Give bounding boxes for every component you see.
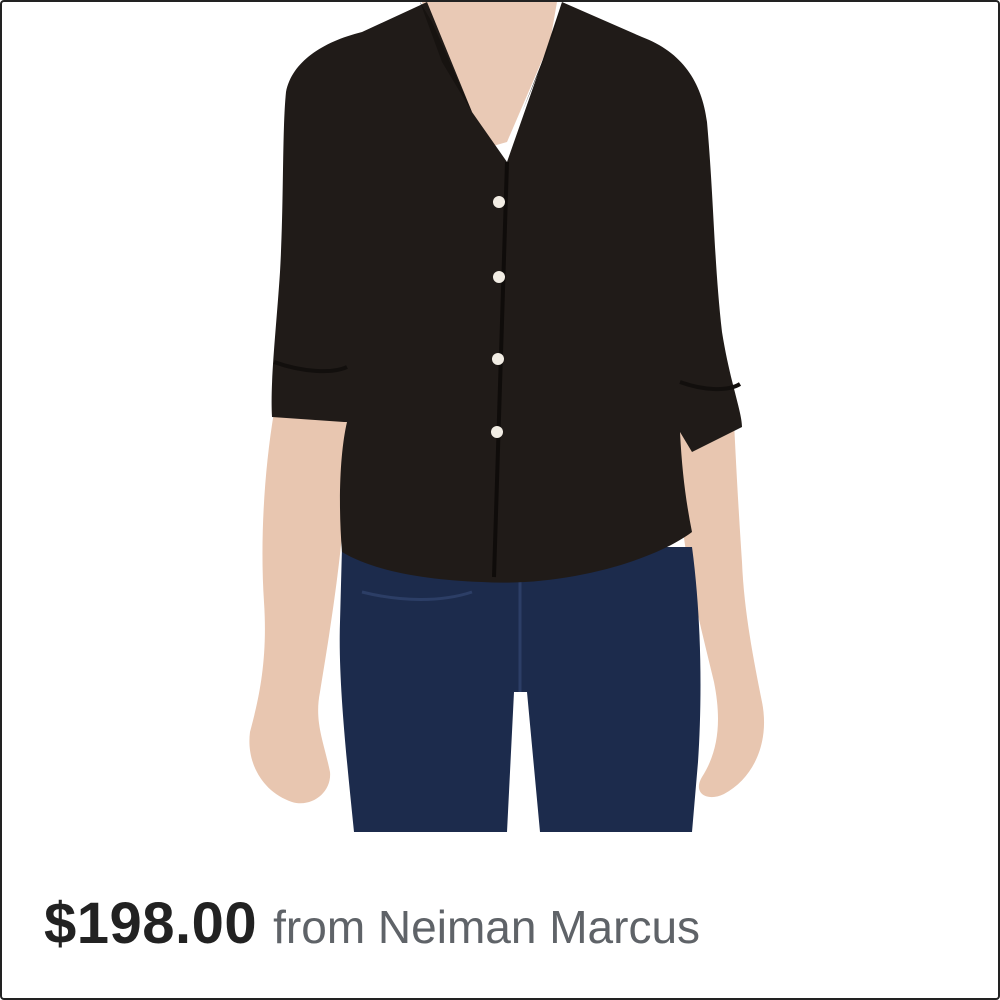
product-card[interactable]: $198.00 from Neiman Marcus	[0, 0, 1000, 1000]
product-image[interactable]	[2, 2, 1000, 862]
price: $198.00	[44, 891, 258, 956]
left-arm	[249, 412, 348, 804]
shirt-button-4	[491, 426, 503, 438]
shirt-button-1	[493, 196, 505, 208]
price-row: $198.00 from Neiman Marcus	[44, 890, 700, 970]
merchant-name[interactable]: from Neiman Marcus	[273, 900, 700, 954]
shirt-button-2	[493, 271, 505, 283]
shirt-button-3	[492, 353, 504, 365]
